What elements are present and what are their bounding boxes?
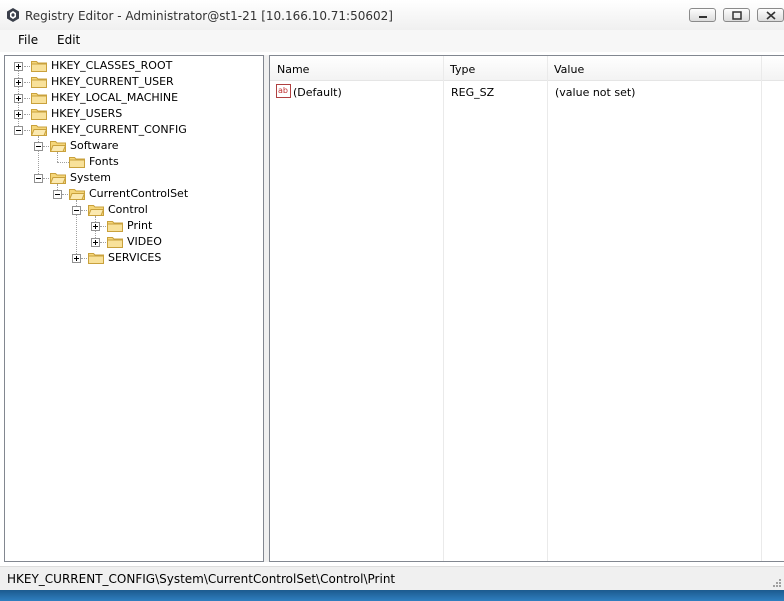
- tree-node-print[interactable]: Print: [5, 218, 263, 234]
- tree-node-label: CurrentControlSet: [89, 187, 189, 200]
- folder-icon: [88, 253, 104, 264]
- expand-plus-icon[interactable]: [14, 94, 23, 103]
- registry-app-icon: [7, 8, 19, 22]
- taskbar-strip: [0, 590, 784, 601]
- folder-icon: [107, 221, 123, 232]
- menu-file[interactable]: File: [18, 33, 38, 47]
- tree-node-label: HKEY_CURRENT_CONFIG: [51, 123, 187, 136]
- tree-node-label: System: [70, 171, 112, 184]
- collapse-minus-icon[interactable]: [14, 126, 23, 135]
- collapse-minus-icon[interactable]: [72, 206, 81, 215]
- folder-icon: [31, 77, 47, 88]
- column-divider[interactable]: [443, 56, 444, 561]
- tree-node-label: Fonts: [89, 155, 119, 168]
- value-type: REG_SZ: [451, 86, 495, 99]
- expand-plus-icon[interactable]: [91, 222, 100, 231]
- expand-plus-icon[interactable]: [14, 62, 23, 71]
- menu-bar: File Edit: [0, 30, 784, 52]
- folder-icon: [69, 157, 85, 168]
- collapse-minus-icon[interactable]: [53, 190, 62, 199]
- close-icon: [766, 11, 776, 20]
- tree-node-fonts[interactable]: Fonts: [5, 154, 263, 170]
- title-bar: Registry Editor - Administrator@st1-21 […: [0, 0, 784, 30]
- expand-plus-icon[interactable]: [14, 78, 23, 87]
- folder-icon: [31, 61, 47, 72]
- expand-plus-icon[interactable]: [91, 238, 100, 247]
- tree-node-system[interactable]: System: [5, 170, 263, 186]
- tree-node-hkey-users[interactable]: HKEY_USERS: [5, 106, 263, 122]
- tree-node-label: HKEY_USERS: [51, 107, 123, 120]
- folder-icon: [31, 109, 47, 120]
- svg-text:ab: ab: [278, 86, 288, 95]
- column-header-name[interactable]: Name: [277, 63, 309, 76]
- folder-open-icon: [88, 205, 104, 216]
- tree-node-hkey-current-user[interactable]: HKEY_CURRENT_USER: [5, 74, 263, 90]
- maximize-icon: [732, 11, 742, 20]
- minimize-button[interactable]: [689, 8, 716, 22]
- resize-grip-icon[interactable]: [772, 578, 782, 588]
- registry-tree[interactable]: HKEY_CLASSES_ROOT HKEY_CURRENT_USER HKEY…: [4, 55, 264, 562]
- folder-open-icon: [69, 189, 85, 200]
- tree-node-hkey-classes-root[interactable]: HKEY_CLASSES_ROOT: [5, 58, 263, 74]
- tree-node-label: VIDEO: [127, 235, 162, 248]
- window-title: Registry Editor - Administrator@st1-21 […: [25, 9, 393, 23]
- tree-node-hkey-current-config[interactable]: HKEY_CURRENT_CONFIG: [5, 122, 263, 138]
- collapse-minus-icon[interactable]: [34, 174, 43, 183]
- tree-node-label: Software: [70, 139, 119, 152]
- close-button[interactable]: [757, 8, 784, 22]
- folder-icon: [31, 93, 47, 104]
- minimize-icon: [699, 16, 707, 18]
- tree-node-video[interactable]: VIDEO: [5, 234, 263, 250]
- values-list[interactable]: Name Type Value ab (Default) REG_SZ (val…: [269, 55, 784, 562]
- tree-node-label: Print: [125, 219, 155, 232]
- tree-node-currentcontrolset[interactable]: CurrentControlSet: [5, 186, 263, 202]
- status-path: HKEY_CURRENT_CONFIG\System\CurrentContro…: [7, 572, 396, 586]
- column-header-type[interactable]: Type: [450, 63, 475, 76]
- column-divider[interactable]: [547, 56, 548, 561]
- tree-node-label: HKEY_CLASSES_ROOT: [51, 59, 173, 72]
- folder-open-icon: [50, 173, 66, 184]
- value-name: (Default): [293, 86, 342, 99]
- string-value-icon: ab: [276, 84, 291, 98]
- list-item[interactable]: ab (Default) REG_SZ (value not set): [274, 83, 784, 101]
- tree-node-hkey-local-machine[interactable]: HKEY_LOCAL_MACHINE: [5, 90, 263, 106]
- tree-node-label: SERVICES: [108, 251, 162, 264]
- folder-open-icon: [50, 141, 66, 152]
- maximize-button[interactable]: [723, 8, 750, 22]
- value-data: (value not set): [555, 86, 636, 99]
- list-header: Name Type Value: [270, 56, 784, 81]
- tree-node-label: HKEY_CURRENT_USER: [51, 75, 174, 88]
- status-bar: HKEY_CURRENT_CONFIG\System\CurrentContro…: [0, 566, 784, 591]
- menu-edit[interactable]: Edit: [57, 33, 80, 47]
- tree-node-services[interactable]: SERVICES: [5, 250, 263, 266]
- folder-icon: [107, 237, 123, 248]
- column-divider[interactable]: [761, 56, 762, 561]
- tree-node-control[interactable]: Control: [5, 202, 263, 218]
- collapse-minus-icon[interactable]: [34, 142, 43, 151]
- tree-node-label: HKEY_LOCAL_MACHINE: [51, 91, 179, 104]
- expand-plus-icon[interactable]: [14, 110, 23, 119]
- tree-node-label: Control: [108, 203, 148, 216]
- tree-node-software[interactable]: Software: [5, 138, 263, 154]
- column-header-value[interactable]: Value: [554, 63, 584, 76]
- expand-plus-icon[interactable]: [72, 254, 81, 263]
- folder-open-icon: [31, 125, 47, 136]
